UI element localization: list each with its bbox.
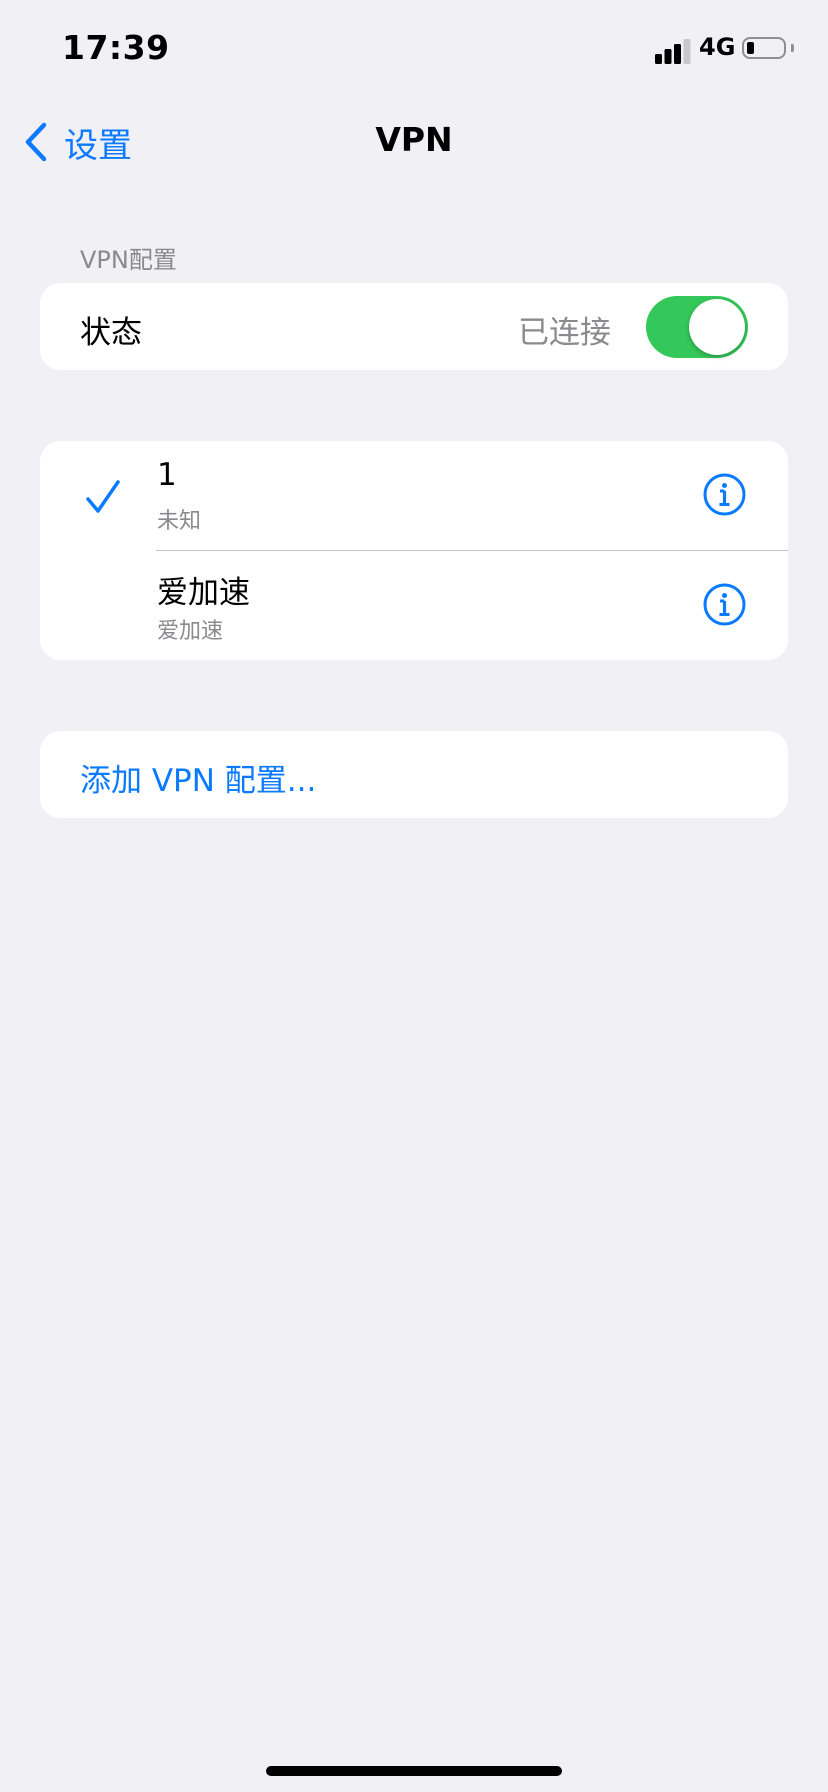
vpn-subtitle: 未知 (157, 509, 202, 534)
status-time: 17:39 (62, 28, 170, 67)
battery-icon (742, 37, 786, 59)
home-indicator (266, 1766, 562, 1776)
vpn-config-section-header: VPN配置 (80, 246, 177, 274)
toggle-knob (689, 299, 745, 355)
add-vpn-config-label: 添加 VPN 配置... (80, 763, 317, 799)
vpn-status-toggle[interactable] (646, 296, 748, 358)
cellular-signal-icon (655, 39, 691, 64)
info-icon[interactable] (703, 473, 746, 516)
vpn-subtitle: 爱加速 (157, 619, 224, 644)
status-label: 状态 (80, 315, 142, 351)
battery-level (747, 42, 754, 54)
page-title: VPN (375, 120, 453, 159)
checkmark-icon (86, 480, 120, 513)
battery-cap (791, 44, 794, 52)
network-type: 4G (699, 33, 736, 61)
info-icon[interactable] (703, 583, 746, 626)
vpn-list-item[interactable]: 1 未知 (40, 441, 788, 550)
vpn-name: 1 (157, 457, 177, 493)
status-value: 已连接 (518, 315, 611, 351)
vpn-list-group: 1 未知 爱加速 爱加速 (40, 441, 788, 660)
vpn-status-group: 状态 已连接 (40, 283, 788, 370)
vpn-list-item[interactable]: 爱加速 爱加速 (40, 551, 788, 660)
status-bar: 17:39 4G (0, 0, 828, 100)
add-vpn-config-button[interactable]: 添加 VPN 配置... (40, 731, 788, 818)
vpn-name: 爱加速 (157, 575, 250, 611)
navigation-bar: 设置 VPN (0, 100, 828, 182)
